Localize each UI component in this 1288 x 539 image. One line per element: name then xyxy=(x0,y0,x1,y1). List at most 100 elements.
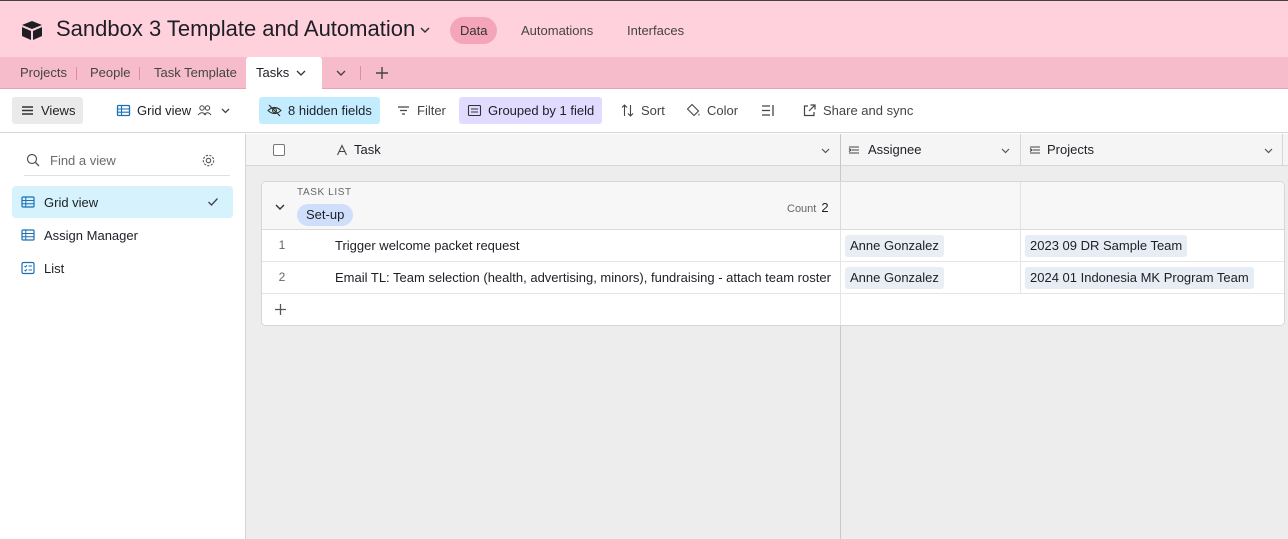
search-icon xyxy=(26,153,40,167)
grid-header-row: Task Assignee Projects xyxy=(246,134,1288,166)
share-icon xyxy=(803,104,816,117)
paint-bucket-icon xyxy=(686,103,700,117)
filter-button[interactable]: Filter xyxy=(388,97,454,124)
group-count-label: Count xyxy=(787,203,817,215)
chevron-down-icon xyxy=(221,108,230,114)
add-table-icon[interactable] xyxy=(374,65,390,81)
app-header: Sandbox 3 Template and Automation Data A… xyxy=(0,0,1288,57)
grid-view-icon xyxy=(21,229,35,241)
gear-icon[interactable] xyxy=(201,153,216,168)
nav-automations-tab[interactable]: Automations xyxy=(511,17,603,44)
base-title[interactable]: Sandbox 3 Template and Automation xyxy=(56,16,415,42)
row-number: 1 xyxy=(278,238,286,252)
chevron-down-icon[interactable] xyxy=(418,23,432,37)
views-label: Views xyxy=(41,103,76,118)
sort-icon xyxy=(621,104,634,117)
sidebar-view-list[interactable]: List xyxy=(12,252,233,284)
grid-view: Task Assignee Projects TASK LIST Set-up … xyxy=(246,134,1288,539)
task-cell[interactable]: Trigger welcome packet request xyxy=(335,230,835,261)
group-field-label: TASK LIST xyxy=(297,187,352,198)
column-divider xyxy=(840,182,841,230)
group-button[interactable]: Grouped by 1 field xyxy=(459,97,603,124)
column-divider xyxy=(840,262,841,294)
grid-view-icon xyxy=(21,196,35,208)
row-height-button[interactable] xyxy=(753,97,784,124)
record-group: TASK LIST Set-up Count 2 1 Trigger welco… xyxy=(261,181,1285,326)
nav-interfaces-tab[interactable]: Interfaces xyxy=(617,17,694,44)
base-logo-icon[interactable] xyxy=(20,19,44,41)
hidden-fields-button[interactable]: 8 hidden fields xyxy=(259,97,380,124)
group-count-value: 2 xyxy=(821,200,829,215)
table-tab-tasks[interactable]: Tasks xyxy=(246,57,322,90)
chevron-down-icon xyxy=(296,70,306,76)
group-count: Count 2 xyxy=(787,200,829,215)
table-tab-tasks-label: Tasks xyxy=(256,65,290,80)
views-toggle-button[interactable]: Views xyxy=(12,97,84,124)
grid-view-icon xyxy=(116,104,131,117)
table-tab-task-template[interactable]: Task Template xyxy=(144,57,247,89)
view-toolbar: Views Grid view 8 hidden fields Filter G… xyxy=(0,89,1288,133)
sidebar-view-grid[interactable]: Grid view xyxy=(12,186,233,218)
color-label: Color xyxy=(707,103,739,118)
sidebar-view-label: List xyxy=(44,261,65,276)
projects-cell[interactable]: 2023 09 DR Sample Team xyxy=(1025,230,1280,261)
collaborative-users-icon xyxy=(197,105,212,116)
column-divider xyxy=(1020,262,1021,294)
sidebar-view-assign-manager[interactable]: Assign Manager xyxy=(12,219,233,251)
views-sidebar: Find a view Grid view Assign Manager Lis… xyxy=(0,134,246,539)
text-field-icon xyxy=(337,144,347,156)
sort-button[interactable]: Sort xyxy=(612,97,673,124)
assignee-pill: Anne Gonzalez xyxy=(845,235,944,257)
linked-record-icon xyxy=(1029,146,1040,154)
filter-label: Filter xyxy=(417,103,446,118)
column-header-label: Assignee xyxy=(868,142,922,157)
sidebar-view-label: Grid view xyxy=(44,195,99,210)
find-view-field[interactable]: Find a view xyxy=(24,146,230,176)
column-divider xyxy=(1020,230,1021,262)
assignee-cell[interactable]: Anne Gonzalez xyxy=(845,262,1015,293)
color-button[interactable]: Color xyxy=(678,97,746,124)
nav-data-tab[interactable]: Data xyxy=(450,17,498,44)
share-sync-label: Share and sync xyxy=(823,103,914,118)
tab-divider xyxy=(360,66,361,80)
task-cell[interactable]: Email TL: Team selection (health, advert… xyxy=(335,262,835,293)
list-view-icon xyxy=(21,261,35,275)
table-row[interactable]: 2 Email TL: Team selection (health, adve… xyxy=(262,262,1284,294)
hidden-fields-label: 8 hidden fields xyxy=(288,103,372,118)
column-divider xyxy=(840,230,841,262)
table-tabs-bar: Projects People Task Template Tasks xyxy=(0,57,1288,90)
table-tab-people[interactable]: People xyxy=(80,57,141,89)
sort-label: Sort xyxy=(641,103,665,118)
group-label: Grouped by 1 field xyxy=(488,103,595,118)
hamburger-icon xyxy=(22,106,33,115)
select-all-checkbox[interactable] xyxy=(273,144,285,156)
project-pill: 2023 09 DR Sample Team xyxy=(1025,235,1188,257)
group-icon xyxy=(467,104,482,117)
current-view-button[interactable]: Grid view xyxy=(108,97,241,124)
row-height-icon xyxy=(762,105,774,116)
column-header-label: Task xyxy=(354,142,381,157)
column-divider xyxy=(1020,182,1021,230)
group-value-badge: Set-up xyxy=(297,204,354,226)
chevron-down-icon[interactable] xyxy=(1263,145,1274,156)
all-tables-chevron-icon[interactable] xyxy=(333,65,349,81)
table-row[interactable]: 1 Trigger welcome packet request Anne Go… xyxy=(262,230,1284,262)
column-header-assignee[interactable]: Assignee xyxy=(846,134,1020,166)
eye-slash-icon xyxy=(267,104,282,117)
column-divider xyxy=(1020,134,1021,166)
chevron-down-icon[interactable] xyxy=(820,145,831,156)
add-record-row[interactable] xyxy=(262,294,1284,325)
column-header-task[interactable]: Task xyxy=(336,134,840,166)
column-divider xyxy=(1282,134,1283,166)
share-sync-button[interactable]: Share and sync xyxy=(794,97,921,124)
column-header-projects[interactable]: Projects xyxy=(1027,134,1281,166)
sidebar-view-label: Assign Manager xyxy=(44,228,138,243)
projects-cell[interactable]: 2024 01 Indonesia MK Program Team xyxy=(1025,262,1280,293)
chevron-down-icon[interactable] xyxy=(1000,145,1011,156)
group-header[interactable]: TASK LIST Set-up Count 2 xyxy=(262,182,1284,230)
column-header-label: Projects xyxy=(1047,142,1094,157)
assignee-cell[interactable]: Anne Gonzalez xyxy=(845,230,1015,261)
table-tab-projects[interactable]: Projects xyxy=(10,57,77,89)
collapse-chevron-icon[interactable] xyxy=(274,201,286,213)
add-record-icon[interactable] xyxy=(274,303,287,316)
